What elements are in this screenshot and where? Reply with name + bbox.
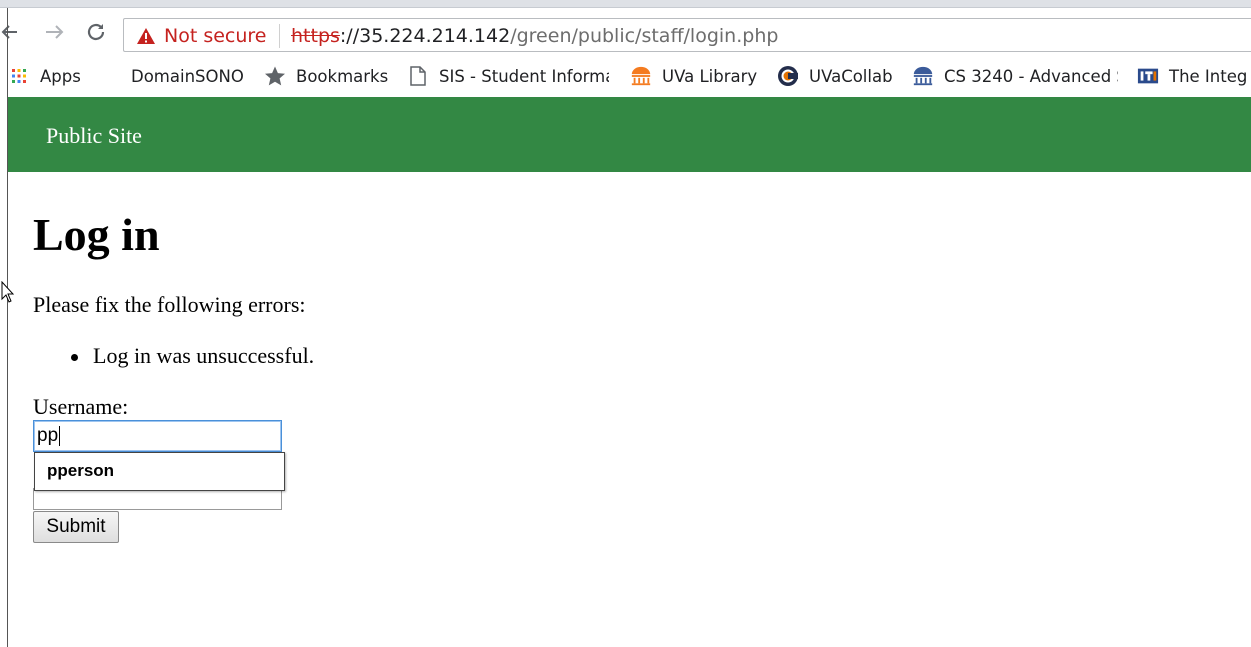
address-bar[interactable]: Not secure https://35.224.214.142/green/… [123,18,1251,52]
bookmark-domainsono[interactable]: DomainSONO [131,64,244,88]
bookmark-label: CS 3240 - Advanced S [944,66,1118,86]
text-caret [59,425,61,446]
reload-icon [87,23,105,41]
back-button[interactable] [0,18,20,46]
collab-icon [777,65,799,87]
username-value: pp [37,425,59,446]
bookmark-label: DomainSONO [131,66,244,86]
arrow-left-icon [1,25,17,39]
error-item: Log in was unsuccessful. [71,343,314,369]
forward-button[interactable] [40,18,68,46]
submit-button[interactable]: Submit [33,511,119,543]
bookmark-cs3240[interactable]: CS 3240 - Advanced S [912,64,1118,88]
bookmark-uva-library[interactable]: UVa Library [630,64,757,88]
autocomplete-option[interactable]: pperson [47,461,114,481]
url-scheme: https [291,25,340,47]
bookmark-label: UVaCollab [809,66,893,86]
security-label: Not secure [164,25,267,47]
bookmark-label: UVa Library [662,66,758,86]
autocomplete-dropdown: pperson [34,452,285,491]
bookmark-label: SIS - Student Informa [439,66,609,86]
warning-triangle-icon [137,28,155,44]
site-header-title[interactable]: Public Site [46,123,142,149]
its-icon [1137,65,1159,87]
bookmarks-bar: Apps DomainSONO Bookmarks SIS - Student … [0,56,1251,96]
omnibox-separator [279,24,280,48]
site-header: Public Site [8,97,1251,172]
browser-toolbar: Not secure https://35.224.214.142/green/… [0,8,1251,56]
mouse-cursor-icon [1,281,15,303]
username-input[interactable]: pp [33,420,282,452]
tab-strip [0,0,1251,8]
bookmark-sis[interactable]: SIS - Student Informa [407,64,609,88]
rotunda-icon [912,65,934,87]
reload-button[interactable] [82,18,110,46]
password-input[interactable] [33,488,282,510]
username-label: Username: [33,394,129,419]
bookmark-uvacollab[interactable]: UVaCollab [777,64,893,88]
error-intro: Please fix the following errors: [33,292,306,317]
bookmark-label: Bookmarks [296,66,389,86]
url-text[interactable]: https://35.224.214.142/green/public/staf… [291,23,778,49]
apps-grid-icon [8,65,30,87]
url-host: ://35.224.214.142 [339,25,511,47]
bookmark-the-integ[interactable]: The Integ [1137,64,1251,88]
bookmark-label: The Integ [1169,66,1248,86]
bookmark-label: Apps [40,66,81,86]
page-icon [407,65,429,87]
error-list: Log in was unsuccessful. [71,343,314,369]
star-icon [264,65,286,87]
bookmark-apps[interactable]: Apps [8,64,81,88]
security-indicator[interactable]: Not secure [136,23,267,49]
bookmark-folder-bookmarks[interactable]: Bookmarks [264,64,388,88]
url-path: /green/public/staff/login.php [510,25,779,47]
arrow-right-icon [46,25,64,39]
page-title: Log in [33,209,160,260]
library-icon [630,65,652,87]
